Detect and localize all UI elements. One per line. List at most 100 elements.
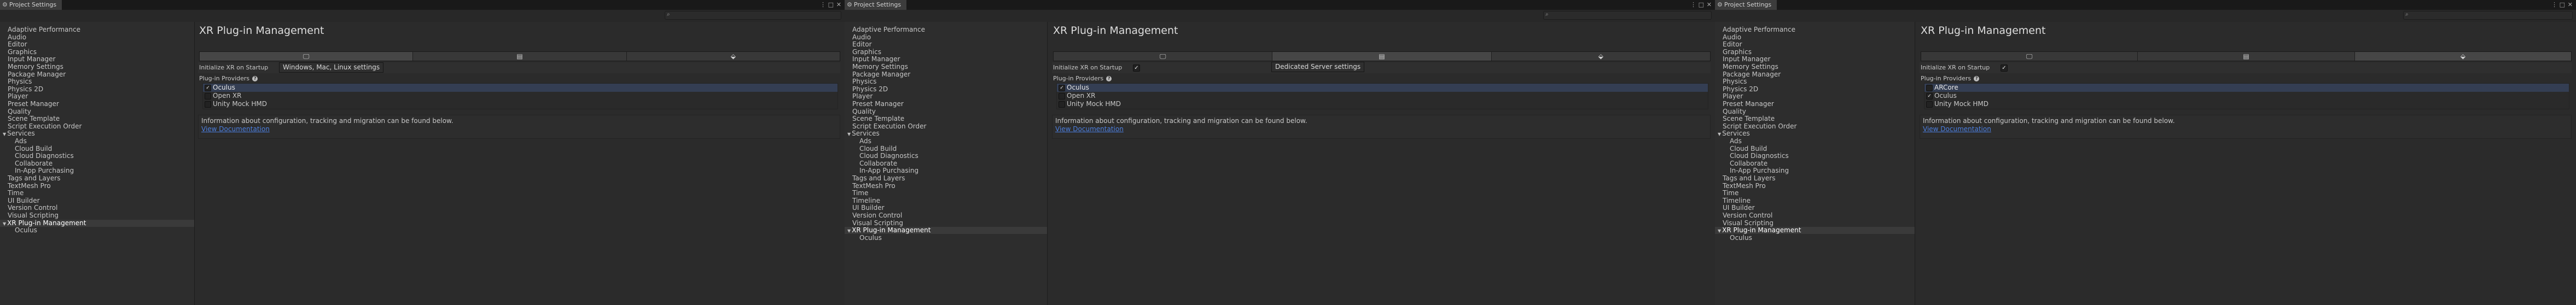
- platform-tab[interactable]: ⬙: [1492, 52, 1710, 61]
- sidebar-item[interactable]: UI Builder: [845, 204, 1047, 212]
- platform-tab[interactable]: ⬙: [2354, 52, 2571, 61]
- sidebar-item[interactable]: Collaborate: [845, 160, 1047, 167]
- sidebar-item[interactable]: Cloud Build: [0, 145, 194, 152]
- sidebar-item[interactable]: Adaptive Performance: [0, 26, 194, 33]
- close-icon[interactable]: ✕: [836, 1, 841, 9]
- sidebar-item[interactable]: Scene Template: [845, 115, 1047, 122]
- provider-item[interactable]: Open XR: [1057, 92, 1708, 100]
- sidebar-item[interactable]: Time: [1715, 190, 1915, 197]
- provider-checkbox[interactable]: [1926, 101, 1933, 108]
- more-options-icon[interactable]: ⋮: [1690, 1, 1696, 9]
- sidebar-item[interactable]: Time: [845, 190, 1047, 197]
- more-options-icon[interactable]: ⋮: [2551, 1, 2557, 9]
- sidebar-item[interactable]: Time: [0, 190, 194, 197]
- sidebar-item[interactable]: Memory Settings: [0, 63, 194, 71]
- sidebar-item[interactable]: Input Manager: [1715, 56, 1915, 63]
- sidebar-item[interactable]: Script Execution Order: [1715, 122, 1915, 130]
- sidebar-item[interactable]: Adaptive Performance: [845, 26, 1047, 33]
- fold-down-icon[interactable]: ▼: [847, 132, 851, 137]
- sidebar-item[interactable]: Oculus: [0, 227, 194, 234]
- sidebar-item[interactable]: ▼ XR Plug-in Management: [0, 219, 194, 227]
- sidebar-item[interactable]: Adaptive Performance: [1715, 26, 1915, 33]
- platform-tab[interactable]: ⬙: [627, 52, 840, 61]
- sidebar-item[interactable]: Physics 2D: [0, 85, 194, 93]
- sidebar-item[interactable]: Audio: [1715, 33, 1915, 41]
- sidebar-item[interactable]: ▼ Services: [0, 130, 194, 137]
- sidebar-item[interactable]: Physics 2D: [845, 85, 1047, 93]
- sidebar-item[interactable]: Preset Manager: [1715, 101, 1915, 108]
- sidebar-item[interactable]: Editor: [845, 41, 1047, 48]
- sidebar-item[interactable]: Ads: [1715, 138, 1915, 145]
- window-tab[interactable]: ⚙ Project Settings: [1715, 0, 1777, 10]
- provider-item[interactable]: Unity Mock HMD: [1057, 100, 1708, 108]
- view-documentation-link[interactable]: View Documentation: [1055, 125, 1124, 133]
- sidebar-item[interactable]: Version Control: [0, 204, 194, 212]
- maximize-icon[interactable]: □: [2560, 1, 2565, 9]
- sidebar-item[interactable]: Tags and Layers: [0, 175, 194, 182]
- maximize-icon[interactable]: □: [828, 1, 834, 9]
- sidebar-item[interactable]: TextMesh Pro: [1715, 182, 1915, 190]
- more-options-icon[interactable]: ⋮: [820, 1, 826, 9]
- sidebar-item[interactable]: Preset Manager: [0, 101, 194, 108]
- sidebar-item[interactable]: Ads: [0, 138, 194, 145]
- close-icon[interactable]: ✕: [2568, 1, 2573, 9]
- provider-checkbox[interactable]: [1059, 93, 1065, 99]
- view-documentation-link[interactable]: View Documentation: [201, 125, 270, 133]
- sidebar-item[interactable]: ▼ XR Plug-in Management: [845, 227, 1047, 234]
- window-tab[interactable]: ⚙ Project Settings: [845, 0, 907, 10]
- sidebar-item[interactable]: Graphics: [0, 48, 194, 56]
- sidebar-item[interactable]: In-App Purchasing: [845, 167, 1047, 174]
- sidebar-item[interactable]: Quality: [1715, 108, 1915, 115]
- sidebar-item[interactable]: Package Manager: [1715, 71, 1915, 78]
- sidebar-item[interactable]: Input Manager: [845, 56, 1047, 63]
- sidebar-item[interactable]: Cloud Build: [1715, 145, 1915, 152]
- sidebar-item[interactable]: Timeline: [1715, 197, 1915, 204]
- sidebar-item[interactable]: Collaborate: [1715, 160, 1915, 167]
- platform-tab[interactable]: 🖵: [200, 52, 414, 61]
- sidebar-item[interactable]: Memory Settings: [1715, 63, 1915, 71]
- sidebar-item[interactable]: Quality: [845, 108, 1047, 115]
- provider-item[interactable]: ✓ Oculus: [1924, 92, 2569, 100]
- fold-down-icon[interactable]: ▼: [3, 221, 6, 226]
- sidebar-item[interactable]: Package Manager: [0, 71, 194, 78]
- sidebar-item[interactable]: Version Control: [845, 212, 1047, 219]
- sidebar-item[interactable]: Script Execution Order: [0, 122, 194, 130]
- provider-item[interactable]: ✓ Oculus: [1057, 84, 1708, 92]
- sidebar-item[interactable]: Version Control: [1715, 212, 1915, 219]
- provider-checkbox[interactable]: [1926, 85, 1933, 91]
- sidebar-item[interactable]: ▼ XR Plug-in Management: [1715, 227, 1915, 234]
- sidebar-item[interactable]: Quality: [0, 108, 194, 115]
- sidebar-item[interactable]: Player: [0, 93, 194, 100]
- platform-tab[interactable]: 🖵: [1921, 52, 2138, 61]
- sidebar-item[interactable]: TextMesh Pro: [845, 182, 1047, 190]
- sidebar-item[interactable]: Graphics: [845, 48, 1047, 56]
- search-input[interactable]: [2403, 11, 2573, 20]
- fold-down-icon[interactable]: ▼: [1718, 132, 1721, 137]
- help-icon[interactable]: ?: [252, 76, 258, 81]
- sidebar-item[interactable]: In-App Purchasing: [0, 167, 194, 174]
- sidebar-item[interactable]: ▼ Services: [1715, 130, 1915, 137]
- provider-item[interactable]: Unity Mock HMD: [1924, 100, 2569, 108]
- close-icon[interactable]: ✕: [1707, 1, 1712, 9]
- sidebar-item[interactable]: Audio: [845, 33, 1047, 41]
- provider-checkbox[interactable]: [205, 101, 211, 108]
- sidebar-item[interactable]: Editor: [0, 41, 194, 48]
- sidebar-item[interactable]: Preset Manager: [845, 101, 1047, 108]
- sidebar-item[interactable]: Visual Scripting: [845, 219, 1047, 227]
- sidebar-item[interactable]: Tags and Layers: [845, 175, 1047, 182]
- sidebar-item[interactable]: Ads: [845, 138, 1047, 145]
- sidebar-item[interactable]: Player: [1715, 93, 1915, 100]
- sidebar-item[interactable]: Cloud Build: [845, 145, 1047, 152]
- init-xr-checkbox[interactable]: ✓: [1133, 64, 1140, 72]
- platform-tab[interactable]: ▤: [413, 52, 627, 61]
- sidebar-item[interactable]: UI Builder: [1715, 204, 1915, 212]
- sidebar-item[interactable]: Cloud Diagnostics: [845, 152, 1047, 160]
- sidebar-item[interactable]: Timeline: [845, 197, 1047, 204]
- search-input[interactable]: [1543, 11, 1712, 20]
- sidebar-item[interactable]: Oculus: [1715, 234, 1915, 242]
- provider-checkbox[interactable]: ✓: [1926, 93, 1933, 99]
- window-tab[interactable]: ⚙ Project Settings: [0, 0, 62, 10]
- sidebar-item[interactable]: Collaborate: [0, 160, 194, 167]
- provider-item[interactable]: ARCore: [1924, 84, 2569, 92]
- sidebar-item[interactable]: Physics: [845, 78, 1047, 85]
